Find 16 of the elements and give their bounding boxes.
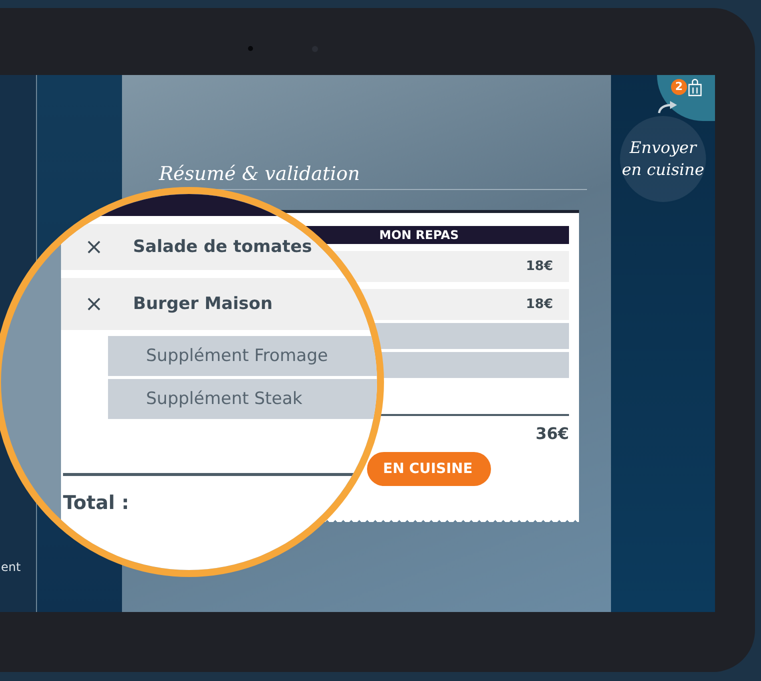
total-label: Total : — [63, 492, 130, 514]
total-amount: 36€ — [536, 424, 569, 443]
dish-name: Burger Maison — [133, 294, 273, 314]
item-price: 18€ — [526, 259, 553, 274]
remove-button[interactable]: × — [83, 292, 105, 316]
section-title: Résumé & validation — [159, 163, 360, 185]
supplement-name: Supplément Fromage — [146, 346, 328, 366]
send-to-kitchen-button[interactable]: Envoyer en cuisine — [620, 116, 706, 202]
item-price: 18€ — [526, 297, 553, 312]
bag-icon — [688, 78, 702, 97]
count-badge: 2 — [671, 79, 687, 95]
camera-icon — [248, 46, 253, 51]
forward-arrow-icon — [657, 100, 679, 114]
menu-label[interactable]: ent — [1, 560, 21, 574]
supplement-name: Supplément Steak — [146, 389, 302, 409]
remove-button[interactable]: × — [83, 234, 105, 260]
